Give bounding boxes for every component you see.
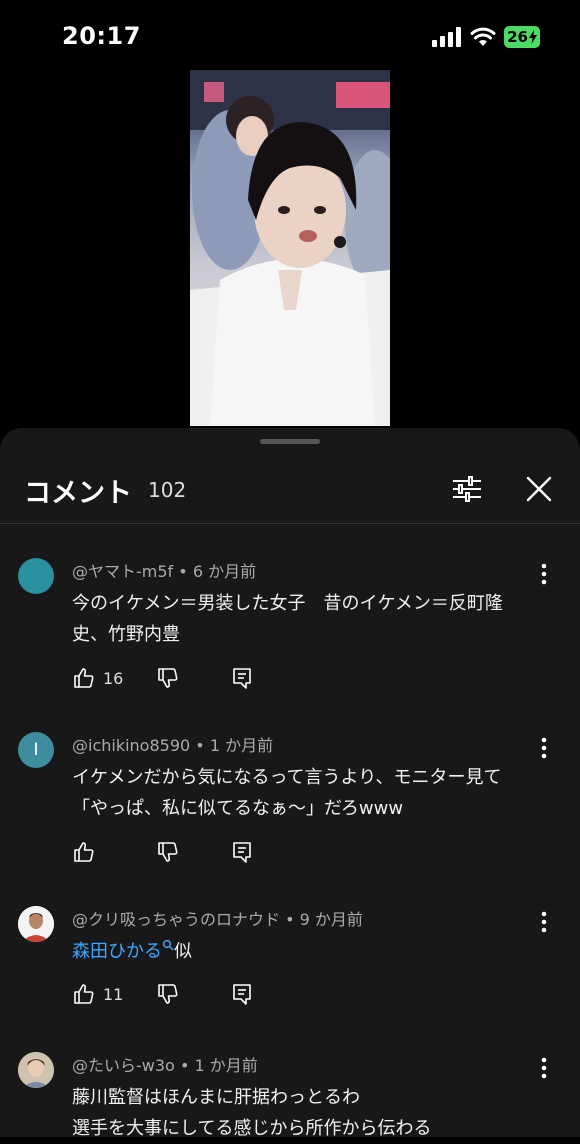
reply-icon[interactable] <box>230 840 254 864</box>
close-icon[interactable] <box>522 472 556 506</box>
avatar[interactable] <box>18 906 54 942</box>
avatar-image <box>18 906 54 942</box>
comments-title: コメント <box>24 478 132 509</box>
comment-item: @クリ吸っちゃうのロナウド • 9 か月前 森田ひかる似 11 <box>0 906 580 1016</box>
thumbs-up-icon <box>74 668 94 688</box>
comment-text: 藤川監督はほんまに肝据わっとるわ 選手を大事にしてる感じから所作から伝わる <box>72 1082 532 1144</box>
avatar[interactable] <box>18 558 54 594</box>
meta-separator: • <box>179 1056 195 1075</box>
battery-level: 26 <box>507 28 528 46</box>
more-options-icon[interactable] <box>532 908 556 936</box>
search-mention-link[interactable]: 森田ひかる <box>72 941 162 962</box>
dislike-button[interactable] <box>156 840 230 864</box>
like-count: 11 <box>103 984 124 1004</box>
comment-actions <box>72 838 254 866</box>
dislike-button[interactable] <box>156 982 230 1006</box>
comment-text-line: 藤川監督はほんまに肝据わっとるわ <box>72 1087 360 1108</box>
like-button[interactable]: 11 <box>72 982 156 1006</box>
avatar-image <box>18 1052 54 1088</box>
comment-item: @ヤマト-m5f • 6 か月前 今のイケメン＝男装した女子 昔のイケメン＝反町… <box>0 558 580 698</box>
comment-meta: @ichikino8590 • 1 か月前 <box>72 732 273 756</box>
comment-text: 今のイケメン＝男装した女子 昔のイケメン＝反町隆史、竹野内豊 <box>72 593 503 645</box>
charging-icon <box>529 30 537 44</box>
comment-time: 1 か月前 <box>194 1056 258 1075</box>
meta-separator: • <box>285 910 300 929</box>
comment-text: 森田ひかる似 <box>72 936 532 967</box>
more-options-icon[interactable] <box>532 1054 556 1082</box>
comment-author[interactable]: @クリ吸っちゃうのロナウド <box>72 910 280 929</box>
comment-actions: 11 <box>72 980 254 1008</box>
like-button[interactable] <box>72 840 156 864</box>
comment-text: イケメンだから気になるって言うより、モニター見て「やっぱ、私に似てるなぁ～」だろ… <box>72 767 502 819</box>
video-frame <box>190 70 390 426</box>
like-button[interactable]: 16 <box>72 666 156 690</box>
like-count: 16 <box>103 668 124 688</box>
filter-icon[interactable] <box>450 472 484 506</box>
comment-meta: @ヤマト-m5f • 6 か月前 <box>72 558 256 582</box>
comment-meta: @クリ吸っちゃうのロナウド • 9 か月前 <box>72 906 363 930</box>
comment-author[interactable]: @ヤマト-m5f <box>72 562 173 581</box>
dislike-button[interactable] <box>156 666 230 690</box>
more-options-icon[interactable] <box>532 734 556 762</box>
video-thumbnail[interactable] <box>190 70 390 426</box>
status-time: 20:17 <box>62 22 141 50</box>
thumbs-down-icon <box>158 984 178 1004</box>
meta-separator: • <box>178 562 193 581</box>
comment-time: 1 か月前 <box>209 736 274 755</box>
signal-icon <box>432 27 462 47</box>
search-icon[interactable] <box>162 939 174 951</box>
more-options-icon[interactable] <box>532 560 556 588</box>
comment-text-suffix: 似 <box>174 941 192 962</box>
comments-sheet: コメント 102 @ヤマト-m5f • 6 か月前 今のイケメン＝男装した女子 … <box>0 428 580 1139</box>
comment-actions: 16 <box>72 664 254 692</box>
comment-author[interactable]: @ichikino8590 <box>72 736 190 755</box>
sheet-drag-handle[interactable] <box>260 439 320 444</box>
comment-time: 9 か月前 <box>299 910 363 929</box>
comment-item: I @ichikino8590 • 1 か月前 イケメンだから気になるって言うよ… <box>0 732 580 872</box>
comment-meta: @たいら-w3o • 1 か月前 <box>72 1052 258 1076</box>
avatar-initial: I <box>33 740 39 760</box>
thumbs-down-icon <box>158 668 178 688</box>
avatar[interactable] <box>18 1052 54 1088</box>
battery-icon: 26 <box>504 26 540 48</box>
status-icons: 26 <box>432 26 540 48</box>
status-bar: 20:17 26 <box>0 0 580 70</box>
reply-icon[interactable] <box>230 982 254 1006</box>
comments-count: 102 <box>148 478 187 502</box>
meta-separator: • <box>195 736 210 755</box>
reply-icon[interactable] <box>230 666 254 690</box>
comment-time: 6 か月前 <box>192 562 257 581</box>
thumbs-up-icon <box>74 842 94 862</box>
comment-item: @たいら-w3o • 1 か月前 藤川監督はほんまに肝据わっとるわ 選手を大事に… <box>0 1052 580 1139</box>
comment-author[interactable]: @たいら-w3o <box>72 1056 175 1075</box>
comments-header: コメント 102 <box>0 458 580 524</box>
wifi-icon <box>470 27 496 46</box>
avatar[interactable]: I <box>18 732 54 768</box>
thumbs-up-icon <box>74 984 94 1004</box>
comment-text-line: 選手を大事にしてる感じから所作から伝わる <box>72 1118 432 1139</box>
thumbs-down-icon <box>158 842 178 862</box>
